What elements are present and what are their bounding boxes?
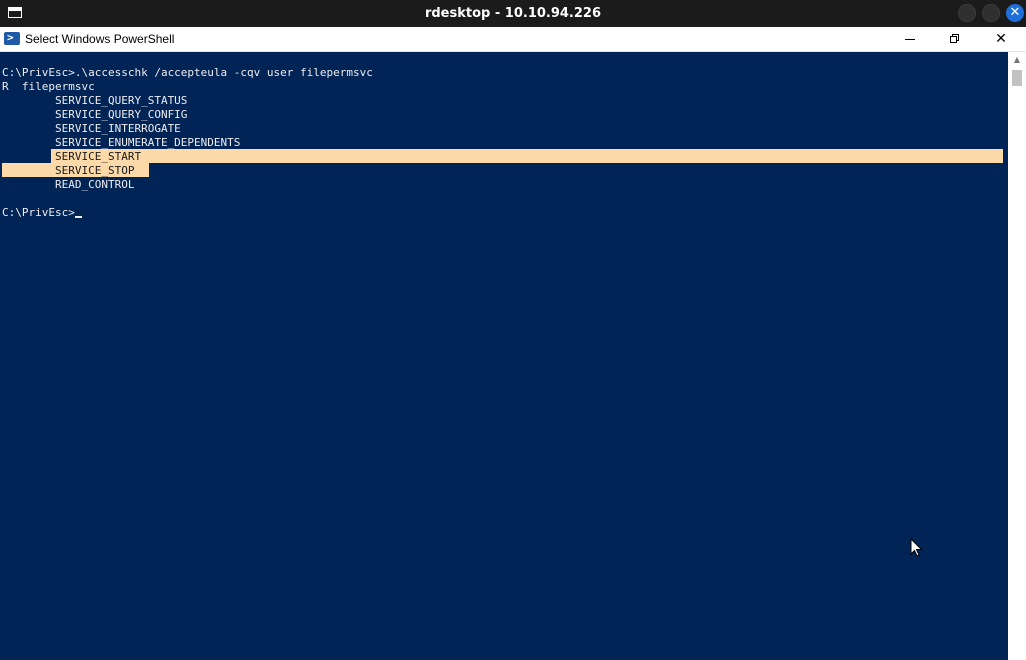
console-line: SERVICE_INTERROGATE bbox=[2, 122, 181, 135]
powershell-icon[interactable]: > bbox=[4, 31, 20, 45]
console-line-selected: SERVICE_START bbox=[2, 150, 142, 163]
rdesktop-close-button[interactable]: ✕ bbox=[1006, 4, 1024, 22]
console-line: READ_CONTROL bbox=[2, 178, 135, 191]
console-output[interactable]: C:\PrivEsc>.\accesschk /accepteula -cqv … bbox=[0, 52, 1008, 660]
rdesktop-title: rdesktop - 10.10.94.226 bbox=[424, 6, 602, 21]
window-title: Select Windows PowerShell bbox=[25, 32, 175, 46]
text-cursor bbox=[74, 216, 82, 218]
mouse-pointer-icon bbox=[910, 538, 923, 557]
close-icon: ✕ bbox=[995, 31, 1007, 47]
selection-highlight bbox=[51, 149, 1003, 163]
console-line: SERVICE_QUERY_STATUS bbox=[2, 94, 188, 107]
rdesktop-minimize-button[interactable] bbox=[958, 4, 976, 22]
rdesktop-maximize-button[interactable] bbox=[982, 4, 1000, 22]
scroll-thumb[interactable] bbox=[1012, 70, 1022, 86]
vertical-scrollbar[interactable]: ▲ bbox=[1008, 52, 1026, 660]
powershell-titlebar: > Select Windows PowerShell ✕ bbox=[0, 27, 1026, 52]
console-prompt-line[interactable]: C:\PrivEsc> bbox=[2, 206, 82, 220]
restore-icon bbox=[950, 34, 960, 44]
scroll-up-arrow-icon[interactable]: ▲ bbox=[1008, 52, 1026, 68]
restore-button[interactable] bbox=[932, 27, 978, 51]
minimize-icon bbox=[905, 38, 915, 40]
console-line: SERVICE_QUERY_CONFIG bbox=[2, 108, 188, 121]
console-line-selected: SERVICE_STOP bbox=[2, 164, 135, 177]
close-icon: ✕ bbox=[1009, 5, 1021, 20]
console-line: C:\PrivEsc>.\accesschk /accepteula -cqv … bbox=[2, 66, 373, 79]
console-line: R filepermsvc bbox=[2, 80, 95, 93]
rdesktop-titlebar: rdesktop - 10.10.94.226 ✕ bbox=[0, 0, 1026, 27]
minimize-button[interactable] bbox=[887, 27, 933, 51]
close-button[interactable]: ✕ bbox=[978, 27, 1024, 51]
prompt: C:\PrivEsc> bbox=[2, 206, 75, 219]
console-line: SERVICE_ENUMERATE_DEPENDENTS bbox=[2, 136, 241, 149]
